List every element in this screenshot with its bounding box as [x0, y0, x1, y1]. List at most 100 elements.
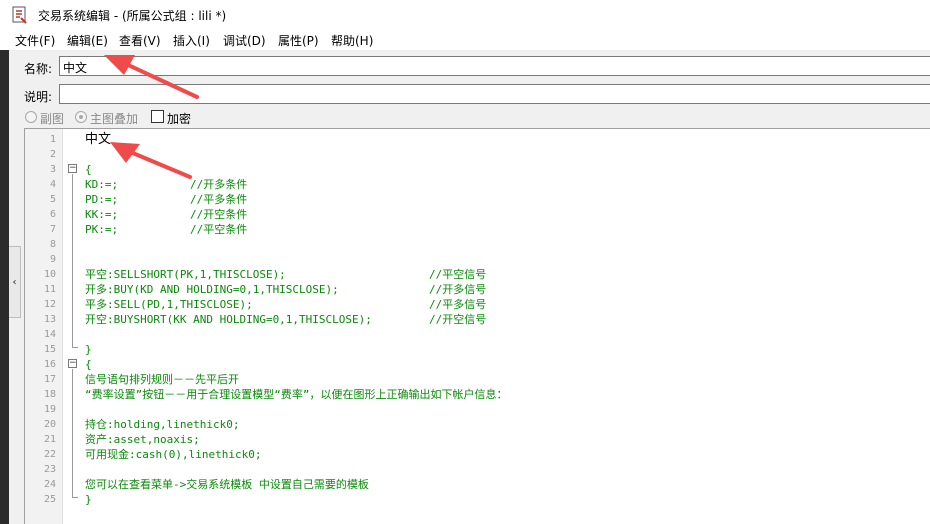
code-line: 10 平空:SELLSHORT(PK,1,THISCLOSE); //平空信号: [25, 267, 930, 282]
app-icon: [12, 6, 27, 24]
code-line: 14: [25, 327, 930, 342]
code-line: 4 KD:=; //开多条件: [25, 177, 930, 192]
menu-view[interactable]: 查看(V): [119, 32, 161, 49]
line-number: 21: [43, 434, 56, 445]
line-number: 14: [43, 329, 56, 340]
code-comment: //开多信号: [429, 283, 487, 296]
code-comment: //平空信号: [429, 268, 487, 281]
code-comment: //平多条件: [190, 193, 248, 206]
line-number: 19: [43, 404, 56, 415]
line-number: 12: [43, 299, 56, 310]
code-line: 17 信号语句排列规则－－先平后开: [25, 372, 930, 387]
window-title: 交易系统编辑 - (所属公式组 : lili *): [38, 9, 227, 23]
code-text: 中文: [85, 132, 112, 147]
code-text: “费率设置”按钮－－用于合理设置模型“费率”，以便在图形上正确输出如下帐户信息：: [85, 388, 508, 401]
radio-subchart[interactable]: [25, 111, 37, 123]
code-line: 1 中文: [25, 132, 930, 147]
code-text: 平空:SELLSHORT(PK,1,THISCLOSE);: [85, 268, 286, 281]
code-line: 23: [25, 462, 930, 477]
code-line: 2: [25, 147, 930, 162]
code-comment: //平多信号: [429, 298, 487, 311]
line-number: 13: [43, 314, 56, 325]
line-number: 24: [43, 479, 56, 490]
line-number: 25: [43, 494, 56, 505]
line-number: 11: [43, 284, 56, 295]
code-line: 11 开多:BUY(KD AND HOLDING=0,1,THISCLOSE);…: [25, 282, 930, 297]
name-input[interactable]: 中文: [59, 56, 930, 76]
line-number: 22: [43, 449, 56, 460]
collapse-panel-button[interactable]: ‹: [9, 246, 21, 318]
radio-subchart-label: 副图: [40, 112, 65, 126]
code-text: 资产:asset,noaxis;: [85, 433, 200, 446]
code-line: 16 {: [25, 357, 930, 372]
code-line: 8: [25, 237, 930, 252]
menu-help[interactable]: 帮助(H): [331, 32, 373, 49]
code-text: {: [85, 163, 92, 176]
code-text: 您可以在查看菜单->交易系统模板 中设置自己需要的模板: [85, 478, 369, 491]
line-number: 1: [49, 134, 56, 145]
code-text: }: [85, 493, 92, 506]
encrypt-checkbox-label: 加密: [167, 112, 192, 126]
code-line: 25 }: [25, 492, 930, 507]
code-text: 开多:BUY(KD AND HOLDING=0,1,THISCLOSE);: [85, 283, 339, 296]
line-number: 5: [49, 194, 56, 205]
radio-main-overlay[interactable]: [75, 111, 87, 123]
code-comment: //平空条件: [190, 223, 248, 236]
code-line: 5 PD:=; //平多条件: [25, 192, 930, 207]
code-line: 22 可用现金:cash(0),linethick0;: [25, 447, 930, 462]
description-input[interactable]: [59, 84, 930, 104]
code-line: 21 资产:asset,noaxis;: [25, 432, 930, 447]
code-line: 20 持仓:holding,linethick0;: [25, 417, 930, 432]
code-text: 开空:BUYSHORT(KK AND HOLDING=0,1,THISCLOSE…: [85, 313, 372, 326]
line-number: 7: [49, 224, 56, 235]
code-text: KK:=;: [85, 208, 119, 221]
code-line: 24 您可以在查看菜单->交易系统模板 中设置自己需要的模板: [25, 477, 930, 492]
code-line: 6 KK:=; //开空条件: [25, 207, 930, 222]
code-line: 7 PK:=; //平空条件: [25, 222, 930, 237]
code-text: KD:=;: [85, 178, 119, 191]
code-line: 18 “费率设置”按钮－－用于合理设置模型“费率”，以便在图形上正确输出如下帐户…: [25, 387, 930, 402]
line-number: 8: [49, 239, 56, 250]
code-text: PK:=;: [85, 223, 119, 236]
line-number: 2: [49, 149, 56, 160]
code-comment: //开空信号: [429, 313, 487, 326]
line-number: 15: [43, 344, 56, 355]
line-number: 10: [43, 269, 56, 280]
code-comment: //开空条件: [190, 208, 248, 221]
code-comment: //开多条件: [190, 178, 248, 191]
code-text: {: [85, 358, 92, 371]
name-label: 名称:: [24, 62, 53, 76]
menu-edit[interactable]: 编辑(E): [67, 32, 108, 49]
code-text: }: [85, 343, 92, 356]
code-text: 持仓:holding,linethick0;: [85, 418, 240, 431]
menu-bar: 文件(F) 编辑(E) 查看(V) 插入(I) 调试(D) 属性(P) 帮助(H…: [0, 30, 930, 50]
encrypt-checkbox[interactable]: [151, 110, 164, 123]
line-number: 17: [43, 374, 56, 385]
code-line: 9: [25, 252, 930, 267]
line-number: 4: [49, 179, 56, 190]
description-label: 说明:: [24, 90, 53, 104]
code-text: 平多:SELL(PD,1,THISCLOSE);: [85, 298, 253, 311]
line-number: 3: [49, 164, 56, 175]
menu-insert[interactable]: 插入(I): [173, 32, 210, 49]
line-number: 16: [43, 359, 56, 370]
code-line: 12 平多:SELL(PD,1,THISCLOSE); //平多信号: [25, 297, 930, 312]
code-editor[interactable]: − − 1 中文 2 3 { 4 KD:=; //开多条件 5 PD:=; //…: [24, 128, 930, 524]
code-line: 19: [25, 402, 930, 417]
code-text: PD:=;: [85, 193, 119, 206]
radio-main-overlay-label: 主图叠加: [90, 112, 139, 126]
menu-debug[interactable]: 调试(D): [223, 32, 266, 49]
menu-properties[interactable]: 属性(P): [278, 32, 319, 49]
line-number: 23: [43, 464, 56, 475]
chevron-left-icon: ‹: [12, 276, 17, 288]
line-number: 6: [49, 209, 56, 220]
left-panel-edge: [0, 50, 9, 524]
code-text: 信号语句排列规则－－先平后开: [85, 373, 239, 386]
title-bar: 交易系统编辑 - (所属公式组 : lili *): [0, 0, 930, 30]
menu-file[interactable]: 文件(F): [15, 32, 55, 49]
code-text: 可用现金:cash(0),linethick0;: [85, 448, 262, 461]
code-line: 13 开空:BUYSHORT(KK AND HOLDING=0,1,THISCL…: [25, 312, 930, 327]
line-number: 20: [43, 419, 56, 430]
code-line: 15 }: [25, 342, 930, 357]
line-number: 18: [43, 389, 56, 400]
